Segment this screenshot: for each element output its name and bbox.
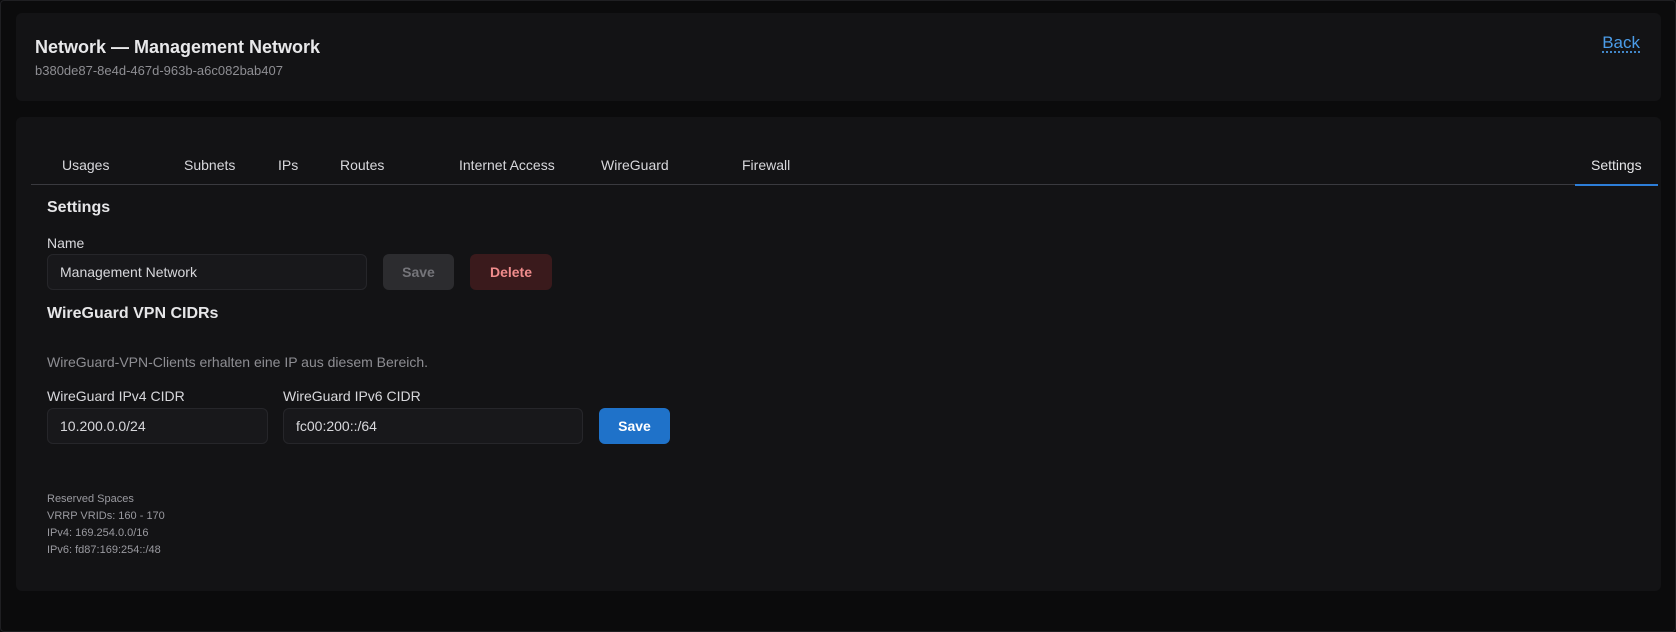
tab-subnets[interactable]: Subnets <box>184 153 235 185</box>
delete-network-button[interactable]: Delete <box>470 254 552 290</box>
reserved-title: Reserved Spaces <box>47 493 134 505</box>
tab-settings[interactable]: Settings <box>1575 153 1658 186</box>
tab-routes[interactable]: Routes <box>340 153 384 185</box>
tab-ips[interactable]: IPs <box>278 153 298 185</box>
tab-usages[interactable]: Usages <box>62 153 109 185</box>
ipv6-cidr-input[interactable] <box>283 408 583 444</box>
content-panel: Usages Subnets IPs Routes Internet Acces… <box>16 117 1661 591</box>
wireguard-description: WireGuard-VPN-Clients erhalten eine IP a… <box>47 354 429 370</box>
page-header: Network — Management Network b380de87-8e… <box>16 13 1661 101</box>
save-cidr-button[interactable]: Save <box>599 408 670 444</box>
tab-wireguard[interactable]: WireGuard <box>601 153 669 185</box>
tab-internet-access[interactable]: Internet Access <box>459 153 555 185</box>
reserved-ipv6: IPv6: fd87:169:254::/48 <box>47 544 161 556</box>
app-frame: Network — Management Network b380de87-8e… <box>0 0 1676 632</box>
ipv4-cidr-label: WireGuard IPv4 CIDR <box>47 388 185 404</box>
save-name-button[interactable]: Save <box>383 254 454 290</box>
page-title: Network — Management Network <box>35 37 321 57</box>
back-link[interactable]: Back <box>1602 33 1640 53</box>
ipv4-cidr-input[interactable] <box>47 408 268 444</box>
ipv6-cidr-label: WireGuard IPv6 CIDR <box>283 388 421 404</box>
name-label: Name <box>47 235 85 251</box>
network-id: b380de87-8e4d-467d-963b-a6c082bab407 <box>35 63 283 78</box>
reserved-spaces: Reserved Spaces VRRP VRIDs: 160 - 170 IP… <box>47 491 165 559</box>
name-input[interactable] <box>47 254 367 290</box>
wireguard-heading: WireGuard VPN CIDRs <box>47 305 219 322</box>
reserved-vrrp: VRRP VRIDs: 160 - 170 <box>47 510 165 522</box>
reserved-ipv4: IPv4: 169.254.0.0/16 <box>47 527 149 539</box>
tab-bar: Usages Subnets IPs Routes Internet Acces… <box>31 153 1658 186</box>
tab-firewall[interactable]: Firewall <box>742 153 790 185</box>
settings-heading: Settings <box>47 199 111 216</box>
